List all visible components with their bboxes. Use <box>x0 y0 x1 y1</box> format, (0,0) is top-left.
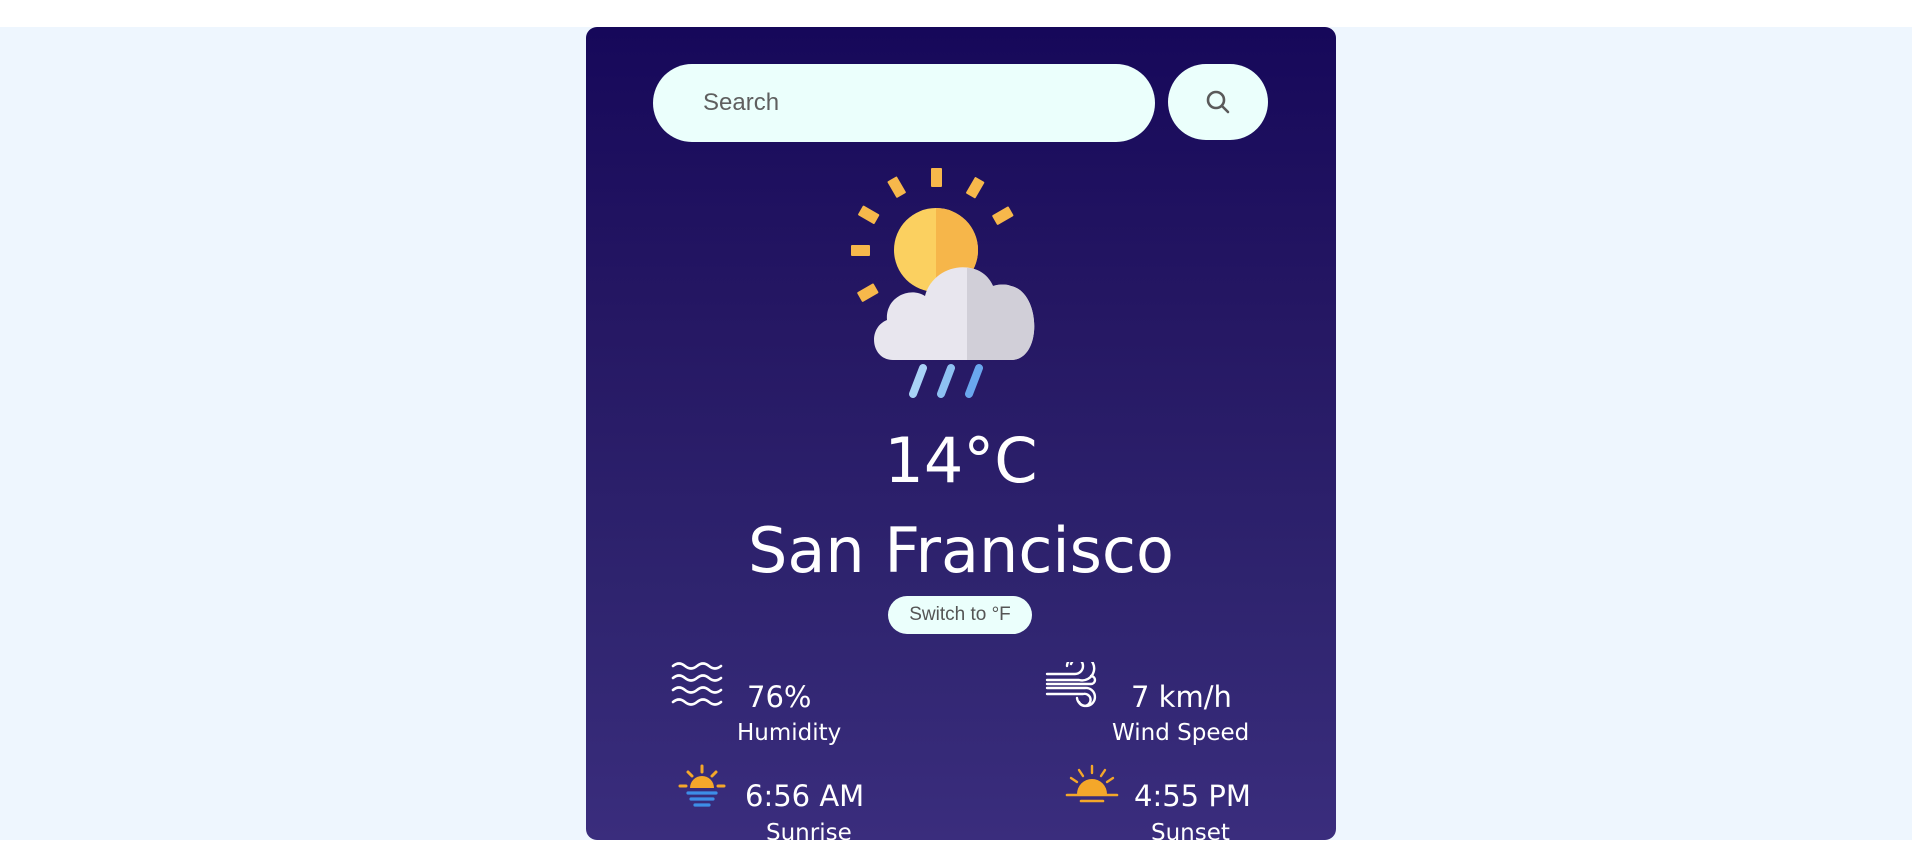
humidity-value: 76% <box>747 680 812 714</box>
search-bar <box>653 64 1271 143</box>
unit-toggle-button[interactable]: Switch to °F <box>888 596 1032 634</box>
sunrise-stat: 6:56 AM Sunrise <box>678 752 878 845</box>
sunrise-label: Sunrise <box>766 820 852 846</box>
sunset-stat: 4:55 PM Sunset <box>1065 752 1265 845</box>
sunset-value: 4:55 PM <box>1134 779 1251 813</box>
sunrise-icon <box>678 764 726 807</box>
humidity-waves-icon <box>671 662 723 706</box>
search-button[interactable] <box>1168 64 1268 140</box>
humidity-stat: 76% Humidity <box>671 652 871 745</box>
search-input[interactable] <box>653 64 1155 142</box>
wind-label: Wind Speed <box>1112 720 1250 746</box>
humidity-label: Humidity <box>737 720 842 746</box>
sunrise-value: 6:56 AM <box>745 779 865 813</box>
wind-stat: 7 km/h Wind Speed <box>1045 652 1265 745</box>
search-icon <box>1206 90 1230 114</box>
sunset-icon <box>1065 764 1119 803</box>
wind-value: 7 km/h <box>1131 680 1232 714</box>
city-name: San Francisco <box>748 514 1174 587</box>
wind-icon <box>1045 662 1097 708</box>
sun-cloud-rain-icon <box>851 168 1035 398</box>
temperature: 14°C <box>884 424 1038 497</box>
weather-card: 14°C San Francisco Switch to °F 76% Humi… <box>586 27 1336 845</box>
sunset-label: Sunset <box>1151 820 1230 846</box>
